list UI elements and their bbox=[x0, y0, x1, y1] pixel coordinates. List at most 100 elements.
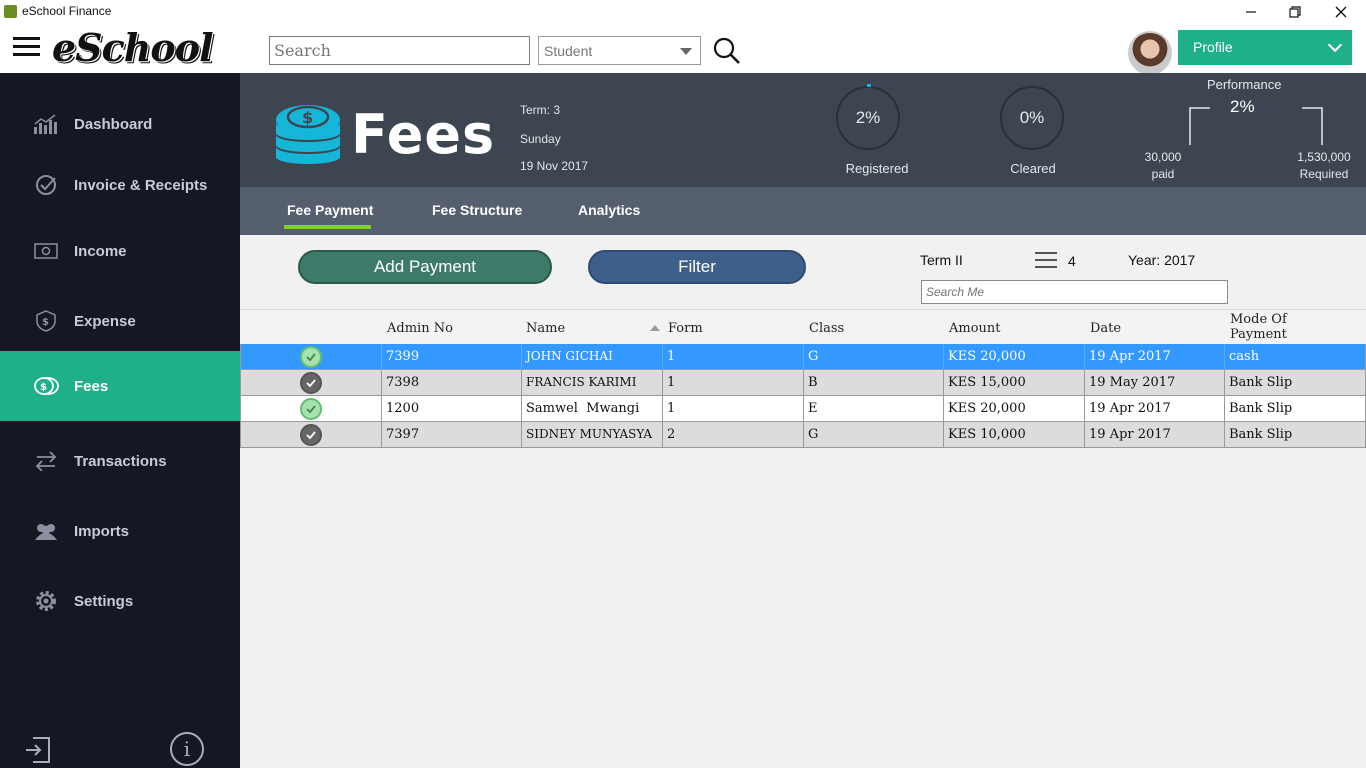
column-header-name[interactable]: Name bbox=[526, 321, 565, 336]
tab-fee-structure[interactable]: Fee Structure bbox=[432, 202, 522, 218]
search-input[interactable] bbox=[269, 36, 530, 65]
cleared-percent: 0% bbox=[1019, 108, 1045, 127]
sort-ascending-icon bbox=[650, 325, 660, 331]
transfer-arrows-icon bbox=[33, 450, 59, 472]
cell-mode: Bank Slip bbox=[1229, 375, 1293, 390]
svg-text:$: $ bbox=[302, 108, 313, 127]
column-header-form[interactable]: Form bbox=[668, 321, 703, 336]
table-row[interactable]: 7398 FRANCIS KARIMI 1 B KES 15,000 19 Ma… bbox=[240, 370, 1366, 396]
window-title: eSchool Finance bbox=[22, 4, 112, 18]
status-cell bbox=[241, 396, 382, 421]
check-circle-icon bbox=[33, 174, 59, 196]
cell-mode: Bank Slip bbox=[1229, 427, 1293, 442]
filter-button[interactable]: Filter bbox=[588, 250, 806, 284]
cell-date: 19 Apr 2017 bbox=[1085, 422, 1225, 447]
column-header-mode-of-payment[interactable]: Mode Of Payment bbox=[1230, 312, 1320, 342]
add-payment-button[interactable]: Add Payment bbox=[298, 250, 552, 284]
cell-mode: Bank Slip bbox=[1229, 401, 1293, 416]
cell-mode: cash bbox=[1229, 349, 1260, 364]
registered-label: Registered bbox=[845, 161, 909, 176]
app-window: eSchool Finance eSchool Student Profile bbox=[0, 0, 1366, 768]
table-row[interactable]: 7397 SIDNEY MUNYASYA 2 G KES 10,000 19 A… bbox=[240, 422, 1366, 448]
sidebar-item-label: Expense bbox=[74, 312, 136, 330]
sidebar-item-expense[interactable]: $ Expense bbox=[0, 286, 240, 356]
pending-check-icon bbox=[300, 424, 322, 446]
tab-analytics[interactable]: Analytics bbox=[578, 202, 640, 218]
registered-ring: 2% bbox=[836, 86, 900, 150]
sidebar-item-label: Invoice & Receipts bbox=[74, 176, 208, 194]
required-label: Required bbox=[1299, 167, 1349, 181]
cleared-ring: 0% bbox=[1000, 86, 1064, 150]
users-icon bbox=[33, 520, 59, 542]
cell-amount: KES 20,000 bbox=[944, 344, 1085, 369]
tab-fee-payment[interactable]: Fee Payment bbox=[287, 202, 373, 218]
required-amount: 1,530,000 bbox=[1297, 150, 1351, 164]
record-count: 4 bbox=[1068, 253, 1076, 269]
restore-icon bbox=[1289, 6, 1301, 18]
avatar[interactable] bbox=[1128, 31, 1172, 75]
sidebar-item-label: Dashboard bbox=[74, 115, 153, 133]
cell-form: 1 bbox=[663, 396, 804, 421]
column-header-class[interactable]: Class bbox=[809, 321, 844, 336]
cleared-check-icon bbox=[300, 398, 322, 420]
payments-table: Admin No Name Form Class Amount Date Mod… bbox=[240, 309, 1366, 448]
sidebar-item-transactions[interactable]: Transactions bbox=[0, 426, 240, 496]
cell-class: G bbox=[804, 344, 944, 369]
minimize-button[interactable] bbox=[1228, 0, 1274, 24]
app-icon bbox=[4, 5, 17, 18]
student-select-value: Student bbox=[544, 43, 593, 59]
close-button[interactable] bbox=[1318, 0, 1364, 24]
sidebar-item-settings[interactable]: Settings bbox=[0, 566, 240, 636]
gear-icon bbox=[33, 590, 59, 612]
table-row[interactable]: 1200 Samwel Mwangi 1 E KES 20,000 19 Apr… bbox=[240, 396, 1366, 422]
year-selector[interactable]: Year: 2017 bbox=[1128, 252, 1195, 268]
sidebar-item-fees[interactable]: $ Fees bbox=[0, 351, 240, 421]
money-icon bbox=[33, 240, 59, 262]
sidebar-item-imports[interactable]: Imports bbox=[0, 496, 240, 566]
cell-admin-no: 7398 bbox=[382, 370, 522, 395]
performance-title: Performance bbox=[1207, 77, 1282, 92]
cell-admin-no: 7397 bbox=[382, 422, 522, 447]
cell-admin-no: 7399 bbox=[382, 344, 522, 369]
sidebar-item-income[interactable]: Income bbox=[0, 216, 240, 286]
cell-date: 19 Apr 2017 bbox=[1085, 344, 1225, 369]
chevron-down-icon bbox=[680, 48, 692, 55]
table-row[interactable]: 7399 JOHN GICHAI 1 G KES 20,000 19 Apr 2… bbox=[240, 344, 1366, 370]
cell-form: 2 bbox=[663, 422, 804, 447]
table-search-input[interactable] bbox=[921, 280, 1228, 304]
close-icon bbox=[1335, 6, 1347, 18]
term-selector[interactable]: Term II bbox=[920, 252, 963, 268]
hamburger-menu-icon[interactable] bbox=[13, 37, 40, 57]
search-icon bbox=[713, 37, 740, 64]
list-icon[interactable] bbox=[1035, 252, 1057, 268]
cell-date: 19 Apr 2017 bbox=[1085, 396, 1225, 421]
cell-class: G bbox=[804, 422, 944, 447]
status-cell bbox=[241, 422, 382, 447]
column-header-date[interactable]: Date bbox=[1090, 321, 1121, 336]
column-header-amount[interactable]: Amount bbox=[949, 321, 1001, 336]
info-icon[interactable]: i bbox=[170, 732, 204, 766]
sidebar: Dashboard Invoice & Receipts Income $ Ex… bbox=[0, 73, 240, 768]
minimize-icon bbox=[1246, 11, 1256, 13]
sidebar-item-invoice-receipts[interactable]: Invoice & Receipts bbox=[0, 150, 240, 220]
logout-icon[interactable] bbox=[24, 735, 52, 765]
column-header-admin-no[interactable]: Admin No bbox=[387, 321, 453, 336]
pending-check-icon bbox=[300, 372, 322, 394]
date-info: 19 Nov 2017 bbox=[520, 159, 589, 173]
registered-progress-arc bbox=[867, 84, 871, 87]
paid-label: paid bbox=[1151, 167, 1175, 181]
profile-label: Profile bbox=[1193, 39, 1233, 55]
student-select[interactable]: Student bbox=[538, 36, 701, 65]
cell-admin-no: 1200 bbox=[382, 396, 522, 421]
coin-stack-icon: $ bbox=[275, 103, 341, 165]
sidebar-item-label: Transactions bbox=[74, 452, 167, 470]
profile-button[interactable]: Profile bbox=[1178, 30, 1352, 65]
expense-shield-icon: $ bbox=[33, 310, 59, 332]
sidebar-item-dashboard[interactable]: Dashboard bbox=[0, 89, 240, 159]
search-button[interactable] bbox=[712, 36, 742, 66]
cell-name: SIDNEY MUNYASYA bbox=[522, 422, 663, 447]
chart-icon bbox=[33, 113, 59, 135]
restore-button[interactable] bbox=[1272, 0, 1318, 24]
eschool-logo: eSchool bbox=[52, 25, 214, 70]
cell-amount: KES 10,000 bbox=[944, 422, 1085, 447]
